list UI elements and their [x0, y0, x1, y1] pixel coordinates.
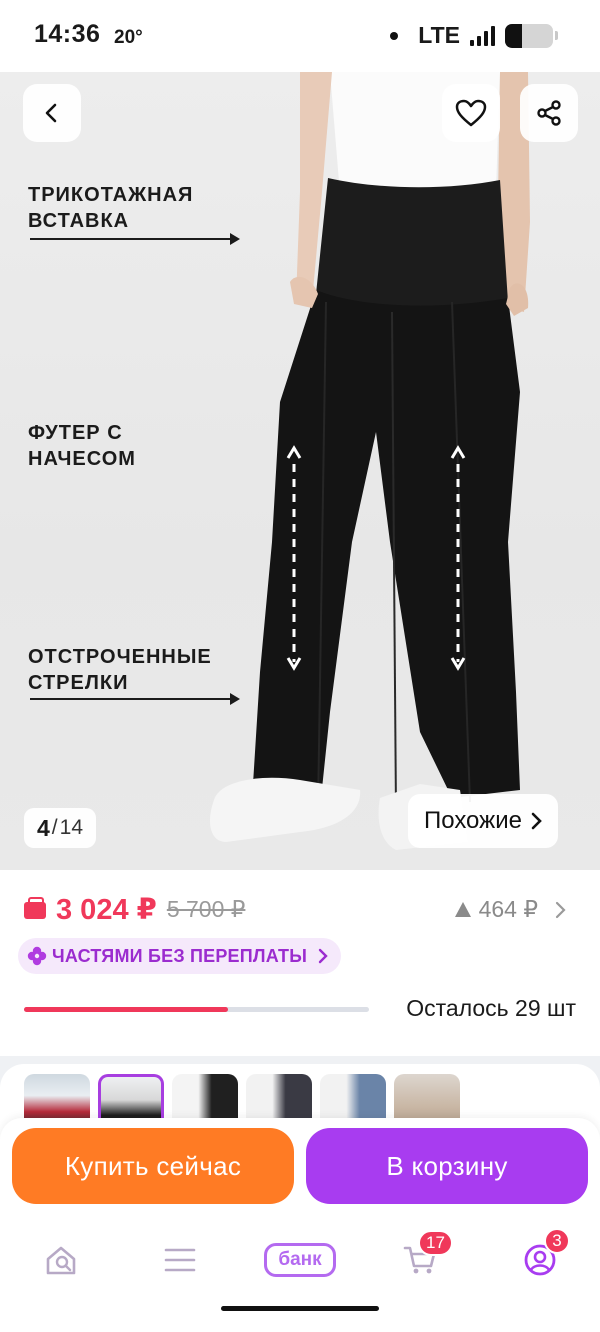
- add-to-cart-button[interactable]: В корзину: [306, 1128, 588, 1204]
- chevron-right-icon: [531, 812, 542, 830]
- nav-cart[interactable]: 17: [390, 1230, 453, 1288]
- favorite-button[interactable]: [442, 84, 500, 142]
- bank-label: банк: [264, 1243, 336, 1277]
- gallery-strip: [0, 1056, 600, 1128]
- product-image[interactable]: ТРИКОТАЖНАЯ ВСТАВКА ФУТЕР С НАЧЕСОМ ОТСТ…: [0, 72, 600, 870]
- share-icon: [537, 100, 561, 126]
- bonus-value: 464 ₽: [478, 896, 538, 922]
- status-time: 14:36: [34, 20, 101, 48]
- bonus-points[interactable]: 464 ₽: [454, 896, 566, 923]
- image-counter-separator: /: [51, 816, 58, 839]
- share-button[interactable]: [520, 84, 578, 142]
- image-counter-total: 14: [59, 816, 83, 839]
- buy-now-button[interactable]: Купить сейчас: [12, 1128, 294, 1204]
- annotation-stitched-creases: ОТСТРОЧЕННЫЕ СТРЕЛКИ: [28, 646, 212, 694]
- stock-progress-bar: [24, 1007, 369, 1012]
- chevron-right-icon: [555, 901, 566, 918]
- battery-cap: [555, 31, 558, 40]
- network-type: LTE: [418, 22, 460, 48]
- cart-badge: 17: [418, 1230, 453, 1256]
- product-info-card: 3 024 ₽ 5 700 ₽ 464 ₽ ЧАСТЯМИ БЕЗ ПЕРЕПЛ…: [0, 870, 600, 1050]
- stock-progress-fill: [24, 1007, 228, 1012]
- price-row: 3 024 ₽ 5 700 ₽: [24, 892, 245, 927]
- nav-profile[interactable]: 3: [510, 1228, 570, 1288]
- home-indicator: [221, 1306, 379, 1311]
- image-counter-current: 4: [37, 814, 50, 841]
- installment-label: ЧАСТЯМИ БЕЗ ПЕРЕПЛАТЫ: [52, 945, 308, 966]
- clover-icon: [27, 946, 47, 966]
- battery-icon: [505, 23, 553, 48]
- annotation-arrow: [30, 693, 240, 705]
- nav-catalog[interactable]: [150, 1232, 210, 1288]
- profile-badge: 3: [544, 1228, 570, 1254]
- current-price: 3 024 ₽: [56, 894, 157, 926]
- home-search-icon: [46, 1246, 76, 1275]
- nav-home[interactable]: [31, 1232, 91, 1288]
- signal-bars-icon: [470, 25, 495, 46]
- status-bar: 14:36 20° LTE: [0, 0, 600, 72]
- old-price: 5 700 ₽: [166, 896, 246, 922]
- annotation-arrow: [30, 233, 240, 245]
- image-counter: 4 / 14: [24, 808, 96, 848]
- chevron-right-icon: [318, 948, 328, 964]
- nav-bank[interactable]: банк: [264, 1232, 336, 1288]
- wallet-icon: [24, 897, 46, 919]
- status-temperature: 20°: [114, 27, 143, 48]
- purchase-action-bar: Купить сейчас В корзину: [0, 1118, 600, 1216]
- chevron-left-icon: [45, 103, 57, 123]
- stock-row: Осталось 29 шт: [24, 994, 576, 1024]
- status-indicators: LTE: [390, 22, 558, 49]
- similar-label: Похожие: [424, 807, 522, 834]
- annotation-knit-insert: ТРИКОТАЖНАЯ ВСТАВКА: [28, 184, 194, 232]
- bonus-arrow-icon: [454, 902, 471, 917]
- installment-badge[interactable]: ЧАСТЯМИ БЕЗ ПЕРЕПЛАТЫ: [18, 938, 342, 974]
- back-button[interactable]: [23, 84, 81, 142]
- gallery-thumbnails: [0, 1064, 600, 1128]
- similar-button[interactable]: Похожие: [408, 794, 558, 848]
- bottom-navigation: банк 17 3: [0, 1216, 600, 1332]
- heart-icon: [455, 99, 487, 127]
- annotation-fleece: ФУТЕР С НАЧЕСОМ: [28, 422, 136, 470]
- menu-icon: [164, 1248, 196, 1272]
- stock-remaining: Осталось 29 шт: [406, 995, 576, 1021]
- activity-dot-icon: [390, 31, 399, 40]
